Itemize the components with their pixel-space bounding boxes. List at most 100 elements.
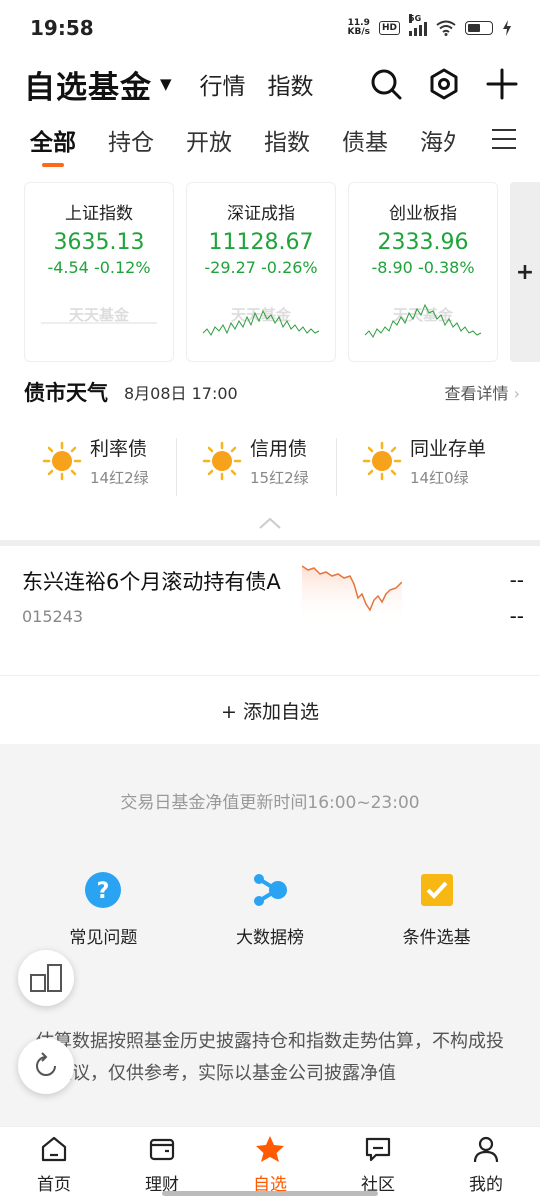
add-icon[interactable] <box>486 68 518 100</box>
battery-icon <box>465 21 493 35</box>
chevron-up-icon <box>259 517 281 529</box>
nav-home[interactable]: 首页 <box>0 1127 108 1200</box>
index-card[interactable]: 上证指数 3635.13 -4.54 -0.12% 天天基金 <box>24 182 174 362</box>
condition-select-button[interactable]: 条件选基 <box>362 871 512 948</box>
help-icon: ? <box>85 872 122 908</box>
update-time-note: 交易日基金净值更新时间16:00~23:00 <box>120 793 420 813</box>
nav-community[interactable]: 社区 <box>324 1127 432 1200</box>
index-sparkline <box>364 303 482 338</box>
fund-name: 东兴连裕6个月滚动持有债A <box>22 570 281 594</box>
sun-icon <box>362 441 402 481</box>
weather-sub: 14红0绿 <box>410 469 469 487</box>
network-icon <box>253 874 287 906</box>
nav-wealth[interactable]: 理财 <box>108 1127 216 1200</box>
add-watch-button[interactable]: + 添加自选 <box>0 676 540 744</box>
weather-label: 信用债 <box>250 438 308 460</box>
weather-item[interactable]: 信用债 15红2绿 <box>176 434 340 496</box>
index-card[interactable]: 深证成指 11128.67 -29.27 -0.26% 天天基金 <box>186 182 336 362</box>
svg-text:?: ? <box>97 879 110 904</box>
settings-hexagon-icon[interactable] <box>428 68 460 100</box>
index-value: 11128.67 <box>208 230 314 255</box>
section-title: 债市天气 <box>24 381 108 405</box>
hd-badge: HD <box>378 21 400 35</box>
page-title[interactable]: 自选基金 <box>24 62 152 107</box>
search-icon[interactable] <box>370 68 402 100</box>
index-sparkline <box>202 309 320 336</box>
star-icon <box>256 1136 284 1162</box>
bond-weather: 利率债 14红2绿 信用债 15红2绿 同业存单 14红0绿 <box>0 416 540 506</box>
bond-weather-header: 债市天气 8月08日 17:00 查看详情 › <box>0 368 540 416</box>
weather-item[interactable]: 利率债 14红2绿 <box>20 434 180 488</box>
nav-watchlist[interactable]: 自选 <box>216 1127 324 1200</box>
index-change: -29.27 -0.26% <box>204 258 318 277</box>
faq-button[interactable]: ? 常见问题 <box>28 871 178 948</box>
split-window-icon <box>30 964 62 992</box>
weather-date: 8月08日 17:00 <box>124 384 238 403</box>
category-tabs: 全部 持仓 开放 指数 债基 海外 <box>0 112 540 168</box>
index-cards: 上证指数 3635.13 -4.54 -0.12% 天天基金 深证成指 1112… <box>0 168 540 368</box>
index-name: 上证指数 <box>65 204 133 224</box>
fund-code: 015243 <box>22 607 84 626</box>
tab-holdings[interactable]: 持仓 <box>108 123 154 157</box>
nav-market[interactable]: 行情 <box>200 67 246 101</box>
nav-profile[interactable]: 我的 <box>432 1127 540 1200</box>
index-change: -4.54 -0.12% <box>47 258 151 277</box>
tool-label: 条件选基 <box>402 928 471 948</box>
tab-overseas[interactable]: 海外 <box>420 123 456 157</box>
status-bar: 19:58 11.9 KB/s HD 5G <box>0 0 540 56</box>
disclaimer-text: 估算数据按照基金历史披露持仓和指数走势估算，不构成投资建议，仅供参考，实际以基金… <box>36 1031 504 1084</box>
status-time: 19:58 <box>30 16 94 40</box>
top-section: 19:58 11.9 KB/s HD 5G 自选基金 ▼ 行情 指数 全部 持仓 … <box>0 0 540 546</box>
bottom-navigation: 首页 理财 自选 社区 我的 <box>0 1126 540 1200</box>
wallet-icon <box>149 1138 175 1161</box>
chevron-down-icon[interactable]: ▼ <box>160 75 172 93</box>
weather-label: 同业存单 <box>410 438 487 460</box>
tab-index[interactable]: 指数 <box>264 123 310 157</box>
big-data-ranking-button[interactable]: 大数据榜 <box>195 871 345 948</box>
refresh-icon <box>36 1052 56 1076</box>
sun-icon <box>202 441 242 481</box>
menu-icon[interactable] <box>492 128 516 150</box>
tool-label: 常见问题 <box>69 928 138 948</box>
weather-item[interactable]: 同业存单 14红0绿 <box>336 434 500 496</box>
tab-open[interactable]: 开放 <box>186 123 232 157</box>
tab-bond[interactable]: 债基 <box>342 123 388 157</box>
chevron-right-icon: › <box>513 384 520 403</box>
fund-change: -- <box>509 604 524 628</box>
net-speed: 11.9 KB/s <box>347 18 370 37</box>
wifi-icon <box>436 20 456 36</box>
index-name: 深证成指 <box>227 204 295 224</box>
user-icon <box>473 1136 499 1163</box>
checklist-icon <box>420 874 453 906</box>
sun-icon <box>42 441 82 481</box>
index-value: 3635.13 <box>53 230 145 255</box>
index-sparkline <box>41 322 157 324</box>
weather-label: 利率债 <box>90 438 148 460</box>
signal-icon: 5G <box>409 14 427 36</box>
fund-estimate: -- <box>509 568 524 592</box>
add-index-button[interactable]: + <box>510 182 540 362</box>
collapse-toggle[interactable] <box>0 506 540 546</box>
index-change: -8.90 -0.38% <box>371 258 475 277</box>
chat-icon <box>365 1137 391 1162</box>
index-card[interactable]: 创业板指 2333.96 -8.90 -0.38% 天天基金 <box>348 182 498 362</box>
tool-label: 大数据榜 <box>235 928 304 948</box>
status-icons: 11.9 KB/s HD 5G <box>347 14 513 37</box>
tool-row: ? 常见问题 大数据榜 条件选基 <box>0 871 540 948</box>
index-value: 2333.96 <box>377 230 469 255</box>
home-indicator <box>162 1191 378 1196</box>
split-view-button[interactable] <box>18 950 74 1006</box>
nav-label: 我的 <box>469 1175 503 1195</box>
tab-all[interactable]: 全部 <box>30 123 76 167</box>
nav-label: 首页 <box>37 1175 71 1195</box>
refresh-button[interactable] <box>18 1038 74 1094</box>
charging-icon <box>503 20 511 36</box>
app-header: 自选基金 ▼ 行情 指数 <box>0 56 540 112</box>
weather-sub: 14红2绿 <box>90 469 149 487</box>
details-link[interactable]: 查看详情 › <box>444 380 520 404</box>
index-name: 创业板指 <box>389 204 457 224</box>
header-actions <box>370 68 518 100</box>
nav-index[interactable]: 指数 <box>268 67 314 101</box>
fund-row[interactable]: 东兴连裕6个月滚动持有债A 015243 -- -- <box>0 546 540 676</box>
fund-sparkline <box>302 565 402 624</box>
